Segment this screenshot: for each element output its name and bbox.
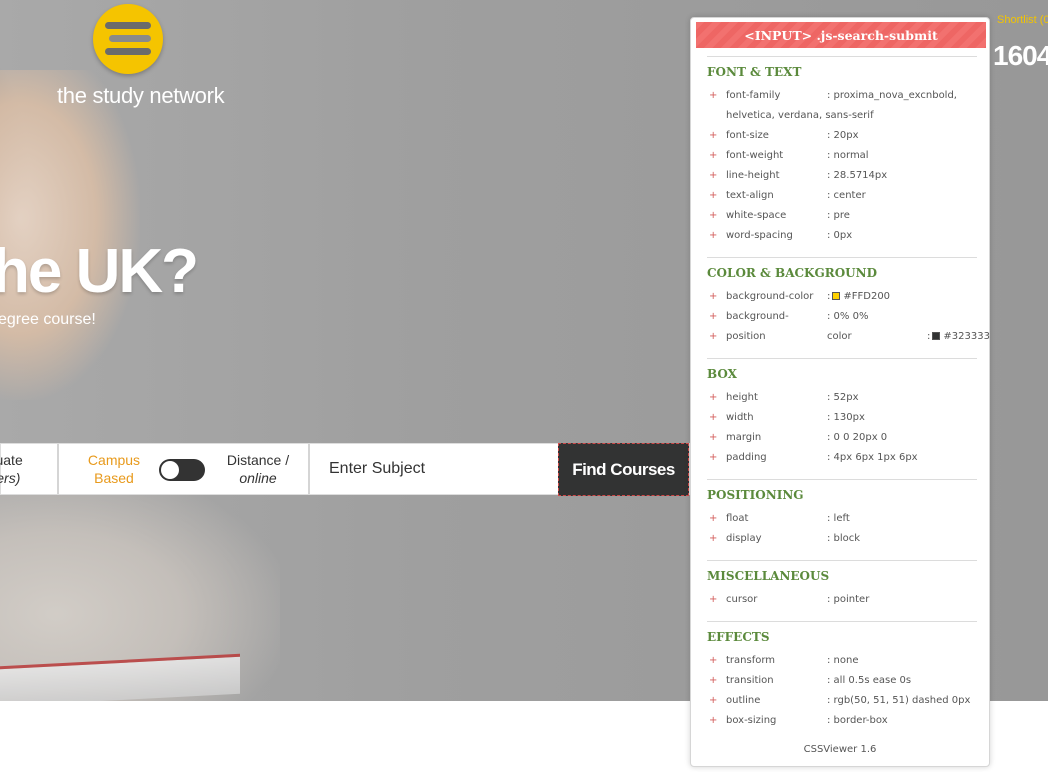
plus-icon[interactable]: + [709,226,717,246]
prop-line-height: + line-height : 28.5714px [707,166,977,186]
section-effects: EFFECTS + transform : none + transition … [707,627,977,731]
prop-transform: + transform : none [707,651,977,671]
prop-font-family: + font-family : proxima_nova_excnbold, h… [707,86,977,126]
prop-font-weight: + font-weight : normal [707,146,977,166]
cssviewer-title: <INPUT> .js-search-submit [696,22,986,48]
plus-icon[interactable]: + [709,671,717,691]
find-courses-button[interactable]: Find Courses [558,443,689,496]
section-box: BOX + height : 52px + width : 130px + ma… [707,364,977,468]
section-divider [707,479,977,480]
section-divider [707,560,977,561]
hero-photo-student [0,70,140,400]
plus-icon[interactable]: + [709,166,717,186]
section-font-text: FONT & TEXT + font-family : proxima_nova… [707,62,977,246]
postgraduate-label-line2: esters) [0,470,21,486]
prop-transition: + transition : all 0.5s ease 0s [707,671,977,691]
plus-icon[interactable]: + [709,287,717,307]
color-swatch-icon [832,292,841,300]
postgraduate-option[interactable]: raduate esters) [0,444,59,494]
plus-icon[interactable]: + [709,691,717,711]
distance-label-line1: Distance / [226,452,290,468]
prop-width: + width : 130px [707,408,977,428]
section-title: COLOR & BACKGROUND [707,266,878,280]
plus-icon[interactable]: + [709,590,717,610]
cssviewer-panel[interactable]: <INPUT> .js-search-submit FONT & TEXT + … [690,17,990,767]
section-title: FONT & TEXT [707,65,802,79]
course-search-bar: raduate esters) Campus Based Distance / … [0,443,690,496]
prop-color: + position color : #323333 [707,327,990,347]
prop-padding: + padding : 4px 6px 1px 6px [707,448,977,468]
distance-label-line2: online [239,470,277,486]
prop-background-position: + background- : 0% 0% [707,307,977,327]
postgraduate-label-line1: raduate [0,452,23,468]
section-divider [707,257,977,258]
prop-word-spacing: + word-spacing : 0px [707,226,977,246]
color-swatch-icon [932,332,941,340]
hero-headline: he UK? [0,237,199,306]
subject-search-input[interactable] [319,444,557,494]
course-counter: 1604 [993,40,1048,71]
plus-icon[interactable]: + [709,448,717,468]
plus-icon[interactable]: + [709,206,717,226]
prop-background-color: + background-color : #FFD200 [707,287,977,307]
plus-icon[interactable]: + [709,86,717,106]
section-divider [707,56,977,57]
section-title: POSITIONING [707,488,804,502]
plus-icon[interactable]: + [709,509,717,529]
prop-cursor: + cursor : pointer [707,590,977,610]
campus-based-option[interactable]: Campus Based [61,444,167,494]
section-color-background: COLOR & BACKGROUND + background-color : #… [707,263,990,347]
plus-icon[interactable]: + [709,327,717,347]
prop-box-sizing: + box-sizing : border-box [707,711,977,731]
study-mode-toggle[interactable] [159,459,205,481]
plus-icon[interactable]: + [709,388,717,408]
section-divider [707,358,977,359]
prop-text-align: + text-align : center [707,186,977,206]
prop-font-size: + font-size : 20px [707,126,977,146]
cssviewer-footer: CSSViewer 1.6 [803,744,877,755]
section-title: MISCELLANEOUS [707,569,830,583]
prop-white-space: + white-space : pre [707,206,977,226]
campus-label-line1: Campus [87,452,141,468]
toggle-knob [161,461,179,479]
prop-float: + float : left [707,509,977,529]
plus-icon[interactable]: + [709,711,717,731]
section-miscellaneous: MISCELLANEOUS + cursor : pointer [707,566,977,610]
study-network-logo-icon[interactable] [93,4,163,74]
plus-icon[interactable]: + [709,146,717,166]
prop-outline: + outline : rgb(50, 51, 51) dashed 0px [707,691,977,711]
campus-label-line2: Based [94,470,134,486]
plus-icon[interactable]: + [709,126,717,146]
brand-name[interactable]: the study network [57,83,225,109]
search-divider [308,444,310,494]
section-title: BOX [707,367,737,381]
prop-margin: + margin : 0 0 20px 0 [707,428,977,448]
prop-display: + display : block [707,529,977,549]
plus-icon[interactable]: + [709,408,717,428]
section-divider [707,621,977,622]
plus-icon[interactable]: + [709,428,717,448]
prop-height: + height : 52px [707,388,977,408]
section-title: EFFECTS [707,630,770,644]
hero-subheadline: egree course! [0,311,96,328]
shortlist-link[interactable]: Shortlist (0 [997,14,1048,26]
plus-icon[interactable]: + [709,529,717,549]
plus-icon[interactable]: + [709,307,717,327]
plus-icon[interactable]: + [709,651,717,671]
section-positioning: POSITIONING + float : left + display : b… [707,485,977,549]
distance-online-option[interactable]: Distance / online [213,444,303,494]
plus-icon[interactable]: + [709,186,717,206]
